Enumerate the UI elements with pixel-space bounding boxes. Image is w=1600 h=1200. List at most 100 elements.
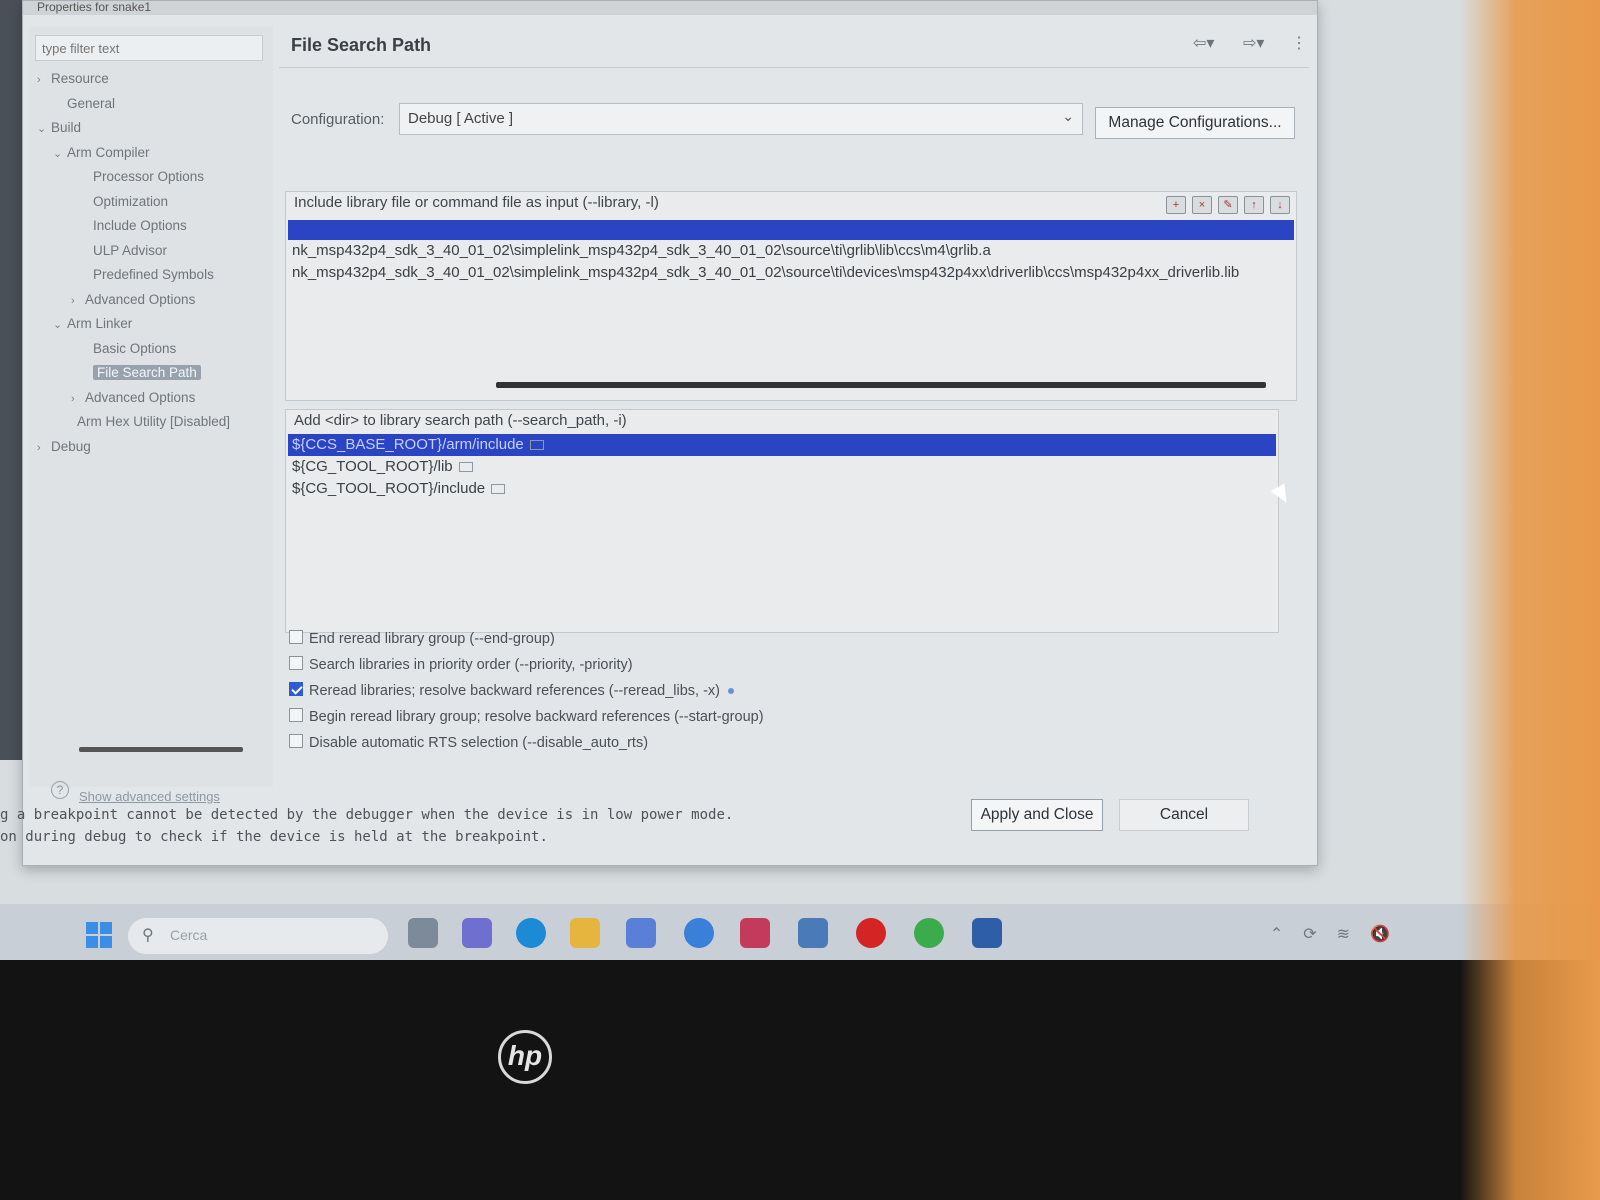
search-path-text: ${CG_TOOL_ROOT}/include (292, 480, 486, 497)
forward-icon[interactable]: ⇨▾ (1243, 33, 1264, 53)
teams-icon[interactable] (462, 918, 492, 948)
library-empty-selected-row[interactable] (288, 220, 1294, 240)
ccs-icon[interactable] (684, 918, 714, 948)
system-tray: ⌃ ⟳ ≋ 🔇 (1270, 924, 1390, 944)
tree-item[interactable]: ULP Advisor (79, 241, 167, 261)
tree-item[interactable]: › Advanced Options (71, 388, 195, 408)
laptop-screen: Properties for snake1 ›ResourceGeneral⌄B… (0, 0, 1600, 960)
chevron-icon[interactable]: ⌄ (53, 144, 67, 164)
option-reread-libs[interactable]: Reread libraries; resolve backward refer… (289, 681, 734, 701)
menu-icon[interactable]: ⋮ (1291, 33, 1307, 53)
library-list: nk_msp432p4_sdk_3_40_01_02\simplelink_ms… (288, 220, 1294, 370)
dialog-title: Properties for snake1 (23, 1, 1317, 15)
library-row[interactable]: nk_msp432p4_sdk_3_40_01_02\simplelink_ms… (288, 240, 1294, 262)
chevron-down-icon: ⌄ (1062, 108, 1074, 124)
library-group-header: Include library file or command file as … (294, 194, 659, 211)
tree-item-label: Processor Options (93, 169, 205, 184)
title-separator (279, 67, 1309, 68)
chevron-up-icon[interactable]: ⌃ (1270, 924, 1283, 944)
manage-configurations-button[interactable]: Manage Configurations... (1095, 107, 1295, 139)
option-priority[interactable]: Search libraries in priority order (--pr… (289, 655, 633, 675)
app-icon[interactable] (798, 918, 828, 948)
chevron-icon[interactable]: › (37, 70, 51, 90)
checkbox[interactable] (289, 734, 303, 749)
search-path-row[interactable]: ${CG_TOOL_ROOT}/include (288, 478, 1276, 500)
tree-item[interactable]: ⌄ Arm Compiler (53, 143, 150, 163)
tree-item[interactable]: ⌄ Arm Linker (53, 314, 132, 334)
tree-item-label: Advanced Options (85, 291, 196, 307)
back-icon[interactable]: ⇦▾ (1193, 33, 1214, 53)
library-row[interactable]: nk_msp432p4_sdk_3_40_01_02\simplelink_ms… (288, 262, 1294, 284)
tree-item[interactable]: Optimization (79, 192, 168, 212)
tree-item[interactable]: ⌄ Build (37, 118, 81, 138)
tree-item[interactable]: › Resource (37, 69, 109, 89)
chevron-icon[interactable]: ⌄ (37, 119, 51, 139)
move-down-icon[interactable]: ↓ (1270, 196, 1290, 214)
tree-item-label: General (67, 95, 116, 111)
file-explorer-icon[interactable] (570, 918, 600, 948)
tree-item-label: Basic Options (93, 340, 177, 356)
search-path-row[interactable]: ${CG_TOOL_ROOT}/lib (288, 456, 1276, 478)
library-horizontal-scrollbar[interactable] (496, 382, 1266, 388)
tree-item[interactable]: Basic Options (79, 339, 176, 359)
windows-start-icon[interactable] (86, 922, 112, 948)
info-icon (727, 688, 734, 695)
task-view-icon[interactable] (408, 918, 438, 948)
laptop-bezel (0, 960, 1600, 1200)
library-toolbar: + × ✎ ↑ ↓ (1166, 196, 1290, 214)
checkbox[interactable] (289, 708, 303, 723)
tree-item-label: Optimization (93, 193, 169, 209)
properties-tree-pane: ›ResourceGeneral⌄Build⌄Arm CompilerProce… (29, 27, 273, 804)
checkbox[interactable] (289, 656, 303, 671)
search-path-row[interactable]: ${CCS_BASE_ROOT}/arm/include (288, 434, 1276, 456)
dev-app-icon[interactable] (972, 918, 1002, 948)
tree-item-label: Resource (51, 71, 109, 86)
tree-item-label: ULP Advisor (93, 242, 168, 258)
tree-item-label: Build (51, 120, 82, 135)
console-line: on during debug to check if the device i… (0, 829, 548, 845)
search-path-list: ${CCS_BASE_ROOT}/arm/include ${CG_TOOL_R… (288, 434, 1276, 624)
option-disable-auto-rts[interactable]: Disable automatic RTS selection (--disab… (289, 733, 648, 753)
cancel-button[interactable]: Cancel (1119, 799, 1249, 831)
tree-item[interactable]: Arm Hex Utility [Disabled] (63, 412, 230, 432)
tree-scrollbar[interactable] (79, 747, 243, 752)
search-path-text: ${CG_TOOL_ROOT}/lib (292, 458, 453, 475)
sync-icon[interactable]: ⟳ (1303, 924, 1316, 944)
tree-item[interactable]: Include Options (79, 216, 187, 236)
filter-input[interactable] (35, 35, 263, 61)
taskbar-search[interactable]: ⚲ Cerca (128, 918, 388, 954)
app-red-icon[interactable] (856, 918, 886, 948)
chevron-icon[interactable]: › (71, 291, 85, 311)
edge-icon[interactable] (516, 918, 546, 948)
chevron-icon[interactable]: ⌄ (53, 315, 67, 335)
tree-item-label: Arm Hex Utility [Disabled] (77, 414, 231, 429)
chevron-icon[interactable]: › (37, 438, 51, 458)
tree-item-label: Arm Compiler (67, 144, 150, 160)
tree-item[interactable]: General (53, 94, 115, 114)
chrome-icon[interactable] (914, 918, 944, 948)
apply-and-close-button[interactable]: Apply and Close (971, 799, 1103, 831)
edit-icon[interactable]: ✎ (1218, 196, 1238, 214)
show-advanced-settings-link[interactable]: Show advanced settings (79, 789, 220, 804)
tree-item[interactable]: File Search Path (79, 363, 201, 383)
move-up-icon[interactable]: ↑ (1244, 196, 1264, 214)
checkbox[interactable] (289, 630, 303, 645)
option-start-group[interactable]: Begin reread library group; resolve back… (289, 707, 764, 727)
tree-item[interactable]: › Advanced Options (71, 290, 195, 310)
volume-muted-icon[interactable]: 🔇 (1370, 924, 1390, 944)
help-icon[interactable]: ? (51, 781, 69, 799)
option-end-group[interactable]: End reread library group (--end-group) (289, 629, 555, 649)
add-icon[interactable]: + (1166, 196, 1186, 214)
configuration-select[interactable]: Debug [ Active ] ⌄ (399, 103, 1083, 135)
wifi-icon[interactable]: ≋ (1337, 924, 1350, 944)
chevron-icon[interactable]: › (71, 389, 85, 409)
antivirus-icon[interactable] (740, 918, 770, 948)
tree-item[interactable]: › Debug (37, 437, 91, 457)
tree-item[interactable]: Processor Options (79, 167, 204, 187)
delete-icon[interactable]: × (1192, 196, 1212, 214)
store-icon[interactable] (626, 918, 656, 948)
checkbox-checked[interactable] (289, 682, 303, 697)
search-path-text: ${CCS_BASE_ROOT}/arm/include (292, 436, 524, 453)
option-label: Search libraries in priority order (--pr… (309, 657, 633, 673)
tree-item[interactable]: Predefined Symbols (79, 265, 214, 285)
